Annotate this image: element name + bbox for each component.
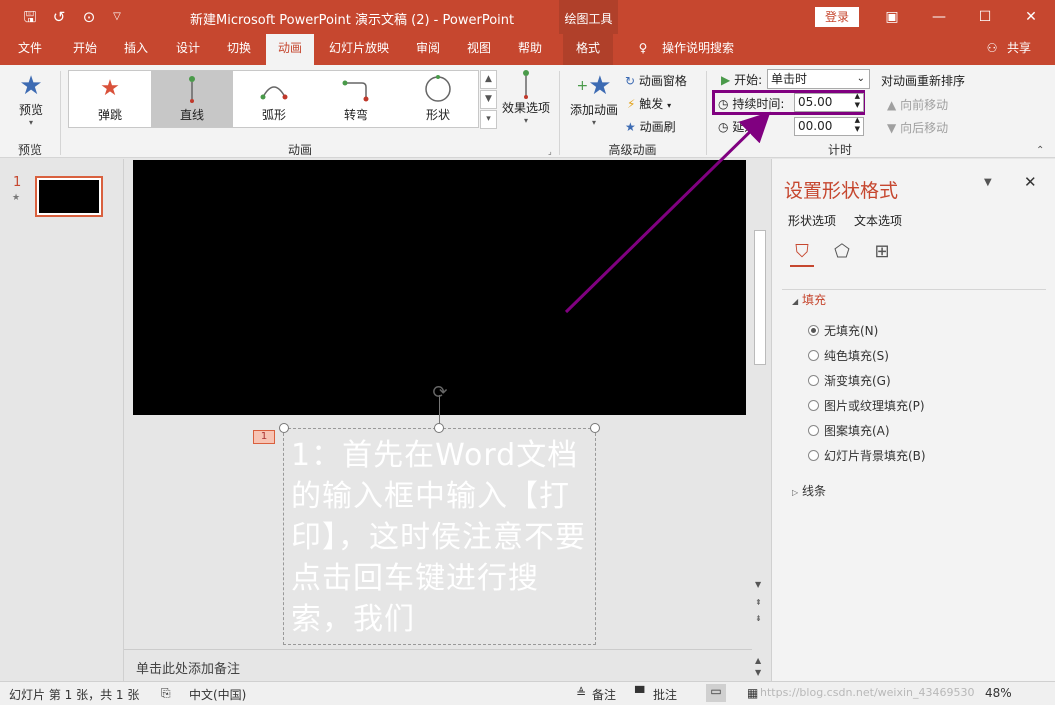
radio-label: 纯色填充(S) [824,349,889,363]
notes-scroll-up-icon[interactable]: ▲ [755,656,761,665]
chevron-down-icon[interactable]: ▼ [984,177,992,188]
close-pane-icon[interactable]: ✕ [1024,173,1037,191]
radio-dot [808,400,819,411]
tab-text-options[interactable]: 文本选项 [854,212,902,229]
radio-dot [808,375,819,386]
radio-label: 幻灯片背景填充(B) [824,449,926,463]
radio-dot [808,350,819,361]
divider [782,289,1046,290]
chevron-right-icon: ▷ [792,488,799,497]
radio-dot [808,450,819,461]
scroll-down-icon[interactable]: ▼ [755,580,761,589]
comments-icon: ▀ [635,686,645,700]
radio-label: 图片或纹理填充(P) [824,399,925,413]
size-properties-icon[interactable]: ⊞ [870,241,894,267]
chevron-expanded-icon: ◢ [792,297,799,306]
radio-solid-fill[interactable]: 纯色填充(S) [808,347,889,364]
fill-section-label: 填充 [801,293,826,307]
radio-pattern-fill[interactable]: 图案填充(A) [808,422,890,439]
radio-label: 图案填充(A) [824,424,890,438]
notes-area[interactable]: 单击此处添加备注 [124,649,752,681]
watermark-text: https://blog.csdn.net/weixin_43469530 [760,686,975,699]
notes-scroll-down-icon[interactable]: ▼ [755,668,761,677]
line-section-header[interactable]: ▷ 线条 [792,482,826,499]
radio-label: 渐变填充(G) [824,374,891,388]
vertical-scrollbar[interactable]: ▼ ⇞ ⇟ ▲ ▼ [752,160,768,681]
radio-picture-fill[interactable]: 图片或纹理填充(P) [808,397,925,414]
radio-gradient-fill[interactable]: 渐变填充(G) [808,372,891,389]
slide-count: 幻灯片 第 1 张，共 1 张 [9,688,140,702]
comments-toggle[interactable]: 批注 [653,686,677,703]
line-section-label: 线条 [801,484,826,498]
status-bar: 幻灯片 第 1 张，共 1 张 ⎘ 中文(中国) ≜ 备注 ▀ 批注 ▭ ▦ h… [0,681,1055,705]
zoom-level[interactable]: 48% [985,686,1012,700]
radio-dot [808,425,819,436]
radio-dot [808,325,819,336]
notes-toggle-icon: ≜ [576,686,587,700]
format-shape-pane: 设置形状格式 ▼ ✕ 形状选项 文本选项 ⛉ ⬠ ⊞ ◢ 填充 无填充(N) 纯… [771,159,1055,681]
pane-title: 设置形状格式 [784,180,899,202]
radio-background-fill[interactable]: 幻灯片背景填充(B) [808,447,926,464]
scrollbar-thumb[interactable] [754,230,766,365]
effects-pentagon-icon[interactable]: ⬠ [830,241,854,267]
tab-shape-options[interactable]: 形状选项 [788,212,836,229]
spellcheck-icon[interactable]: ⎘ [161,686,171,701]
radio-no-fill[interactable]: 无填充(N) [808,322,878,339]
next-slide-icon[interactable]: ⇟ [755,614,762,623]
previous-slide-icon[interactable]: ⇞ [755,598,762,607]
fill-section-header[interactable]: ◢ 填充 [792,291,826,308]
notes-placeholder: 单击此处添加备注 [136,662,241,677]
normal-view-icon[interactable]: ▭ [706,684,726,702]
fill-line-icon[interactable]: ⛉ [790,241,814,267]
language[interactable]: 中文(中国) [189,686,246,703]
slide-sorter-icon[interactable]: ▦ [747,686,758,700]
notes-toggle[interactable]: 备注 [592,686,616,703]
radio-label: 无填充(N) [824,324,879,338]
